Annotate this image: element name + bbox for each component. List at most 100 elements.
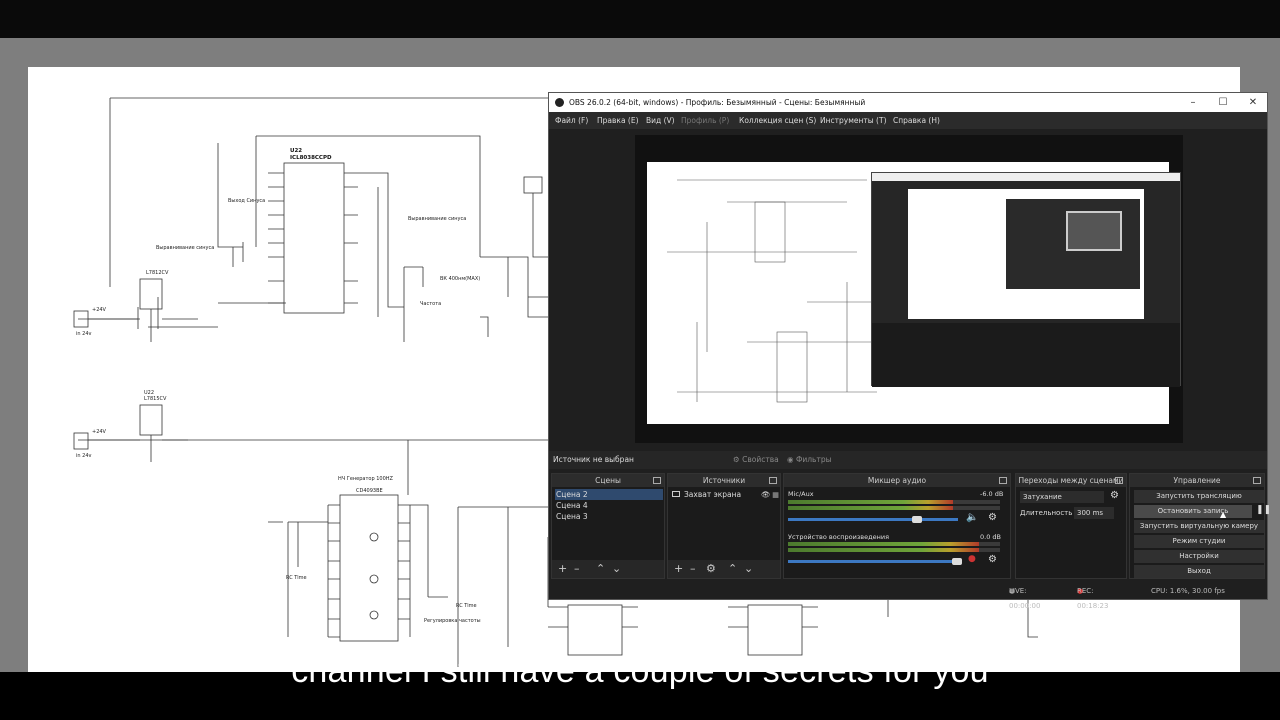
cpu-status: CPU: 1.6%, 30.00 fps bbox=[1151, 587, 1225, 595]
properties-button[interactable]: ⚙ Свойства bbox=[733, 451, 779, 469]
menu-scene-collection[interactable]: Коллекция сцен (S) bbox=[739, 112, 816, 129]
obs-title-bar: OBS 26.0.2 (64-bit, windows) - Профиль: … bbox=[549, 93, 1267, 112]
preview-content bbox=[647, 162, 1181, 424]
gear-icon[interactable]: ⚙ bbox=[988, 554, 997, 565]
sources-dock-header: Источники bbox=[668, 474, 780, 487]
svg-text:CD4093BE: CD4093BE bbox=[356, 488, 383, 494]
svg-text:L7812CV: L7812CV bbox=[146, 270, 169, 276]
transitions-dock: Переходы между сценами Затухание ⚙ Длите… bbox=[1015, 473, 1127, 579]
scene-item[interactable]: Сцена 4 bbox=[555, 500, 588, 511]
obs-logo-icon bbox=[555, 98, 564, 107]
mixer-channel-db: -6.0 dB bbox=[980, 490, 1004, 498]
svg-text:L7815CV: L7815CV bbox=[144, 396, 167, 402]
menu-bar: Файл (F) Правка (E) Вид (V) Профиль (P) … bbox=[549, 112, 1267, 129]
volume-slider[interactable] bbox=[788, 560, 958, 563]
move-source-up-button[interactable]: ⌃ bbox=[728, 560, 737, 578]
source-toolbar: Источник не выбран ⚙ Свойства ◉ Фильтры bbox=[549, 451, 1267, 469]
maximize-button[interactable]: ☐ bbox=[1209, 93, 1237, 112]
volume-meter bbox=[788, 548, 979, 552]
move-source-down-button[interactable]: ⌄ bbox=[744, 560, 753, 578]
exit-button[interactable]: Выход bbox=[1134, 565, 1264, 578]
mixer-channel-db: 0.0 dB bbox=[980, 533, 1001, 541]
stop-recording-button[interactable]: Остановить запись bbox=[1134, 505, 1252, 518]
add-source-button[interactable]: + bbox=[674, 560, 683, 578]
volume-slider-knob[interactable] bbox=[912, 516, 922, 523]
pause-icon[interactable]: ❚❚ bbox=[1256, 505, 1271, 515]
menu-help[interactable]: Справка (H) bbox=[893, 112, 940, 129]
add-scene-button[interactable]: + bbox=[558, 560, 567, 578]
svg-text:U22: U22 bbox=[144, 390, 154, 396]
transitions-dock-header: Переходы между сценами bbox=[1016, 474, 1126, 487]
settings-button[interactable]: Настройки bbox=[1134, 550, 1264, 563]
remove-scene-button[interactable]: – bbox=[574, 560, 580, 578]
svg-text:Выравнивание синуса: Выравнивание синуса bbox=[408, 216, 466, 222]
volume-slider[interactable] bbox=[788, 518, 958, 521]
minimize-button[interactable]: – bbox=[1179, 93, 1207, 112]
preview-canvas[interactable] bbox=[635, 135, 1183, 443]
menu-edit[interactable]: Правка (E) bbox=[597, 112, 639, 129]
svg-text:RC Time: RC Time bbox=[286, 575, 307, 581]
source-settings-icon[interactable]: ⚙ bbox=[706, 560, 716, 578]
volume-slider-knob[interactable] bbox=[952, 558, 962, 565]
svg-text:in 24v: in 24v bbox=[76, 331, 92, 337]
duration-input[interactable]: 300 ms bbox=[1074, 507, 1114, 519]
video-subtitle: channel I still have a couple of secrets… bbox=[291, 652, 989, 690]
scene-item[interactable]: Сцена 2 bbox=[555, 489, 663, 500]
volume-meter bbox=[788, 542, 979, 546]
menu-view[interactable]: Вид (V) bbox=[646, 112, 675, 129]
filters-button[interactable]: ◉ Фильтры bbox=[787, 451, 832, 469]
lock-icon[interactable]: ■ bbox=[772, 489, 779, 500]
svg-text:НЧ Генератор 100HZ: НЧ Генератор 100HZ bbox=[338, 476, 394, 482]
move-scene-down-button[interactable]: ⌄ bbox=[612, 560, 621, 578]
gear-icon[interactable]: ⚙ bbox=[988, 512, 997, 523]
remove-source-button[interactable]: – bbox=[690, 560, 696, 578]
controls-dock: Управление Запустить трансляцию Останови… bbox=[1129, 473, 1271, 579]
monitor-icon bbox=[672, 491, 680, 497]
speaker-icon[interactable]: 🔈 bbox=[966, 512, 978, 523]
scenes-dock-header: Сцены bbox=[552, 474, 664, 487]
transition-settings-icon[interactable]: ⚙ bbox=[1110, 490, 1119, 501]
move-scene-up-button[interactable]: ⌃ bbox=[596, 560, 605, 578]
svg-text:Регулировка частоты: Регулировка частоты bbox=[424, 618, 481, 624]
obs-window: OBS 26.0.2 (64-bit, windows) - Профиль: … bbox=[548, 92, 1271, 610]
close-button[interactable]: ✕ bbox=[1239, 93, 1267, 112]
mixer-channel-name: Устройство воспроизведения bbox=[788, 533, 890, 541]
menu-profile[interactable]: Профиль (P) bbox=[681, 112, 729, 129]
duration-label: Длительность bbox=[1020, 509, 1073, 517]
svg-text:Частота: Частота bbox=[420, 301, 441, 307]
status-bar: ● LIVE: 00:00:00 ● REC: 00:18:23 CPU: 1.… bbox=[549, 584, 1267, 610]
eye-icon[interactable]: 👁 bbox=[761, 489, 771, 500]
volume-meter bbox=[788, 506, 954, 510]
svg-text:ICL8038CCPD: ICL8038CCPD bbox=[290, 155, 332, 161]
svg-text:U22: U22 bbox=[290, 148, 302, 154]
menu-tools[interactable]: Инструменты (T) bbox=[820, 112, 887, 129]
menu-file[interactable]: Файл (F) bbox=[555, 112, 588, 129]
audio-mixer-dock: Микшер аудио Мic/Aux -6.0 dB 🔈 ⚙ Устройс… bbox=[783, 473, 1011, 579]
transition-select[interactable]: Затухание bbox=[1020, 491, 1104, 503]
mixer-dock-header: Микшер аудио bbox=[784, 474, 1010, 487]
svg-text:RC Time: RC Time bbox=[456, 603, 477, 609]
speaker-muted-icon[interactable]: ● bbox=[968, 554, 976, 564]
source-item[interactable]: Захват экрана 👁 ■ bbox=[671, 489, 779, 500]
volume-meter bbox=[788, 500, 954, 504]
svg-text:ВК 400нм(MAX): ВК 400нм(MAX) bbox=[440, 276, 480, 282]
sources-dock: Источники Захват экрана 👁 ■ + – ⚙ ⌃ ⌄ bbox=[667, 473, 781, 579]
sources-toolbar: + – ⚙ ⌃ ⌄ bbox=[668, 560, 780, 578]
svg-text:+24V: +24V bbox=[92, 429, 107, 435]
svg-text:in 24v: in 24v bbox=[76, 453, 92, 459]
scene-item[interactable]: Сцена 3 bbox=[555, 511, 588, 522]
start-streaming-button[interactable]: Запустить трансляцию bbox=[1134, 490, 1264, 503]
scenes-dock: Сцены Сцена 2 Сцена 4 Сцена 3 + – ⌃ ⌄ bbox=[551, 473, 665, 579]
svg-text:Выход Синуса: Выход Синуса bbox=[228, 198, 265, 204]
start-virtual-camera-button[interactable]: Запустить виртуальную камеру bbox=[1134, 520, 1264, 533]
mixer-channel-name: Мic/Aux bbox=[788, 490, 814, 498]
source-status: Источник не выбран bbox=[553, 455, 634, 464]
scenes-toolbar: + – ⌃ ⌄ bbox=[552, 560, 664, 578]
nested-obs-preview bbox=[871, 172, 1181, 387]
mouse-cursor-icon: ▲ bbox=[1220, 510, 1227, 519]
studio-mode-button[interactable]: Режим студии bbox=[1134, 535, 1264, 548]
video-top-bar bbox=[0, 0, 1280, 38]
svg-text:Выравнивание синуса: Выравнивание синуса bbox=[156, 245, 214, 251]
window-title: OBS 26.0.2 (64-bit, windows) - Профиль: … bbox=[569, 98, 866, 107]
schematic-labels: ICL8038CCPD U22 L7812CV L7815CV U22 Выхо… bbox=[76, 148, 481, 624]
